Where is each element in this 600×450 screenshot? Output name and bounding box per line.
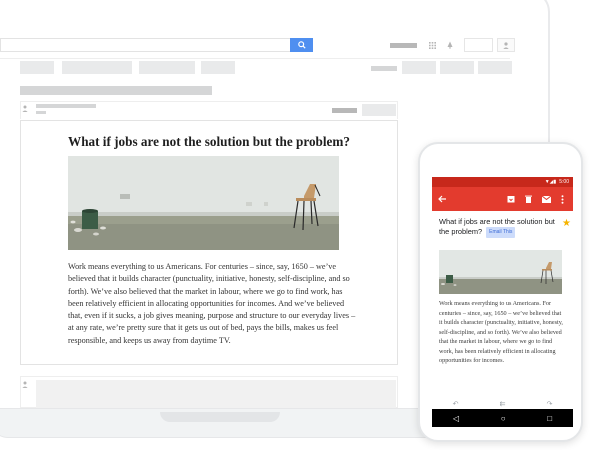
toolbar-button[interactable]: [440, 61, 474, 74]
empty-room-photo: [68, 156, 339, 250]
toolbar-button[interactable]: [201, 61, 235, 74]
stage: What if jobs are not the solution but th…: [0, 0, 600, 450]
email-body: Work means everything to us Americans. F…: [68, 262, 356, 345]
sender-name-placeholder: [36, 104, 96, 108]
nav-home-icon[interactable]: ○: [501, 414, 506, 423]
search-button[interactable]: [290, 38, 313, 52]
mail-icon[interactable]: [542, 196, 551, 203]
account-icon: [503, 41, 509, 49]
trash-icon[interactable]: [525, 195, 532, 203]
sender-avatar-icon: [22, 105, 28, 112]
phone-image: [439, 250, 562, 294]
label-chip[interactable]: Email This: [486, 226, 516, 238]
more-vert-icon[interactable]: [561, 195, 564, 204]
date-placeholder: [332, 108, 357, 113]
toolbar-button[interactable]: [478, 61, 512, 74]
bell-icon[interactable]: [446, 41, 454, 49]
reply-all-icon[interactable]: ⇇: [500, 400, 506, 408]
search-input[interactable]: [0, 38, 313, 52]
avatar-box[interactable]: [497, 38, 515, 52]
empty-room-photo-small: [439, 250, 562, 294]
phone-actions: ↶ ⇇ ↷: [432, 399, 573, 409]
phone-subject: What if jobs are not the solution but th…: [439, 217, 557, 238]
user-avatar-icon: [22, 381, 28, 388]
toolbar-divider: [0, 58, 510, 59]
nav-back-icon[interactable]: ◁: [453, 414, 459, 423]
signal-icon: ▼◢▮: [544, 179, 557, 185]
reply-placeholder[interactable]: [362, 104, 396, 116]
search-icon: [297, 41, 306, 49]
email-card: What if jobs are not the solution but th…: [20, 120, 398, 365]
account-button[interactable]: [464, 38, 493, 52]
star-icon[interactable]: ★: [562, 218, 571, 229]
phone-screen: ▼◢▮ 5:00 What if jobs are not the soluti…: [432, 177, 573, 427]
android-nav-bar: ◁ ○ □: [432, 409, 573, 427]
phone-device: ▼◢▮ 5:00 What if jobs are not the soluti…: [418, 142, 583, 442]
status-time: 5:00: [559, 179, 569, 185]
forward-icon[interactable]: ↷: [547, 400, 553, 408]
nav-recents-icon[interactable]: □: [547, 414, 552, 423]
subject-placeholder: [20, 86, 212, 95]
toolbar-button[interactable]: [20, 61, 54, 74]
reply-input[interactable]: [36, 380, 396, 408]
laptop-notch: [160, 412, 280, 422]
status-bar: ▼◢▮ 5:00: [432, 177, 573, 187]
reply-icon[interactable]: ↶: [453, 400, 459, 408]
email-image: [68, 156, 339, 250]
toolbar-button[interactable]: [62, 61, 132, 74]
archive-icon[interactable]: [507, 195, 515, 203]
app-bar: [432, 187, 573, 211]
toolbar-button[interactable]: [139, 61, 195, 74]
phone-body: Work means everything to us Americans. F…: [439, 300, 563, 364]
apps-grid-icon[interactable]: [429, 42, 436, 49]
toolbar-button[interactable]: [402, 61, 436, 74]
back-arrow-icon[interactable]: [438, 195, 446, 203]
account-name-placeholder: [390, 43, 417, 48]
sender-email-placeholder: [36, 111, 46, 114]
toolbar-placeholder: [371, 66, 397, 71]
email-title: What if jobs are not the solution but th…: [68, 134, 350, 149]
